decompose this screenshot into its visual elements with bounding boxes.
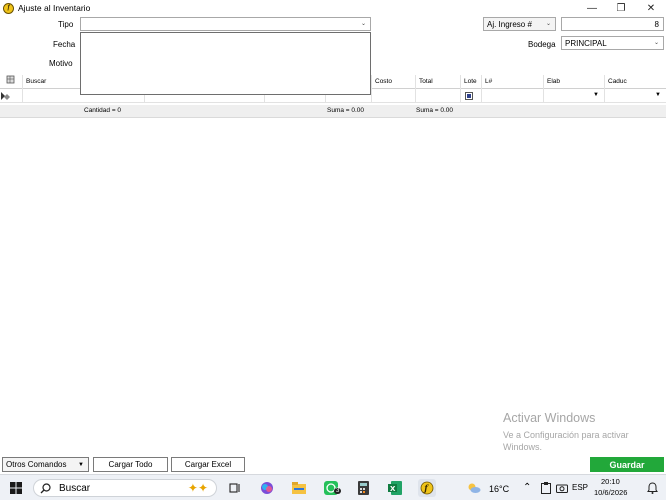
language-indicator[interactable]: ESP [572,483,588,492]
calculator-icon[interactable] [354,479,372,497]
search-placeholder: Buscar [59,482,91,494]
clock-date[interactable]: 10/6/2026 [594,488,627,497]
task-view-icon[interactable] [226,479,244,497]
sparkle-icon: ✦✦ [187,481,208,495]
svg-text:X: X [390,485,396,493]
search-icon [40,482,51,493]
otros-comandos-select[interactable]: Otros Comandos ▼ [2,457,89,472]
grid-cell[interactable] [415,89,459,103]
taskbar: Buscar ✦✦ 3 X ƒ 16°C ⌃ ESP 20:10 10/6/20… [0,474,666,500]
activation-watermark-title: Activar Windows [503,411,596,425]
tipo-label: Tipo [58,20,74,29]
document-type-select[interactable]: Aj. Ingreso # ⌄ [483,17,556,31]
title-bar: ƒ Ajuste al Inventario — ❐ ✕ [0,0,666,16]
close-icon[interactable]: ✕ [636,0,666,16]
tipo-select[interactable]: ⌄ [80,17,371,31]
copilot-icon[interactable] [258,479,276,497]
document-number-field[interactable]: 8 [561,17,664,31]
cantidad-summary: Cantidad = 0 [84,107,122,114]
column-header-lnum[interactable]: L# [481,75,542,89]
temperature-text: 16°C [489,484,510,494]
fecha-label: Fecha [53,40,76,49]
grid-options-icon[interactable] [0,75,22,89]
chevron-down-icon: ⌄ [360,21,366,27]
elab-dropdown-icon[interactable]: ▼ [593,92,599,98]
column-header-elab[interactable]: Elab [543,75,603,89]
tipo-dropdown-list[interactable] [80,32,371,95]
grid-footer: Cantidad = 0 Suma = 0.00 Suma = 0.00 [0,105,666,118]
bodega-select[interactable]: PRINCIPAL ⌄ [561,36,664,50]
notification-bell-icon[interactable] [643,479,661,497]
guardar-button[interactable]: Guardar [590,457,664,472]
chevron-down-icon: ⌄ [653,40,659,46]
costo-sum: Suma = 0.00 [327,107,365,114]
whatsapp-icon[interactable]: 3 [322,479,342,497]
weather-icon [465,479,483,497]
cargar-todo-button[interactable]: Cargar Todo [93,457,168,472]
cargar-excel-button[interactable]: Cargar Excel [171,457,245,472]
windows-start-icon[interactable] [7,479,25,497]
taskbar-search-input[interactable]: Buscar ✦✦ [33,479,217,497]
bodega-label: Bodega [528,40,556,49]
grid-cell[interactable] [481,89,542,103]
new-row-indicator-icon [0,89,22,103]
column-header-total[interactable]: Total [415,75,459,89]
total-sum: Suma = 0.00 [416,107,454,114]
window-title: Ajuste al Inventario [18,3,91,13]
document-type-value: Aj. Ingreso # [487,19,532,29]
clock-time[interactable]: 20:10 [601,477,620,486]
camera-icon[interactable] [553,479,571,497]
excel-icon[interactable]: X [386,479,404,497]
otros-comandos-value: Otros Comandos [6,460,67,469]
inventory-app-icon[interactable]: ƒ [418,479,436,497]
bodega-select-value: PRINCIPAL [565,38,607,48]
whatsapp-badge: 3 [334,488,342,494]
chevron-down-icon: ▼ [78,462,84,468]
chevron-up-icon[interactable]: ⌃ [523,482,531,493]
chevron-down-icon: ⌄ [545,21,551,27]
lote-checkbox[interactable] [465,92,473,100]
file-explorer-icon[interactable] [290,479,308,497]
minimize-icon[interactable]: — [577,0,607,16]
app-logo-icon: ƒ [3,2,14,14]
column-header-caduc[interactable]: Caduc [604,75,666,89]
activation-watermark-subtitle: Ve a Configuración para activar Windows. [503,430,629,452]
caduc-dropdown-icon[interactable]: ▼ [655,92,661,98]
column-header-lote[interactable]: Lote [460,75,480,89]
restore-icon[interactable]: ❐ [606,0,636,16]
grid-cell[interactable] [371,89,414,103]
motivo-label: Motivo [49,59,73,68]
column-header-costo[interactable]: Costo [371,75,414,89]
